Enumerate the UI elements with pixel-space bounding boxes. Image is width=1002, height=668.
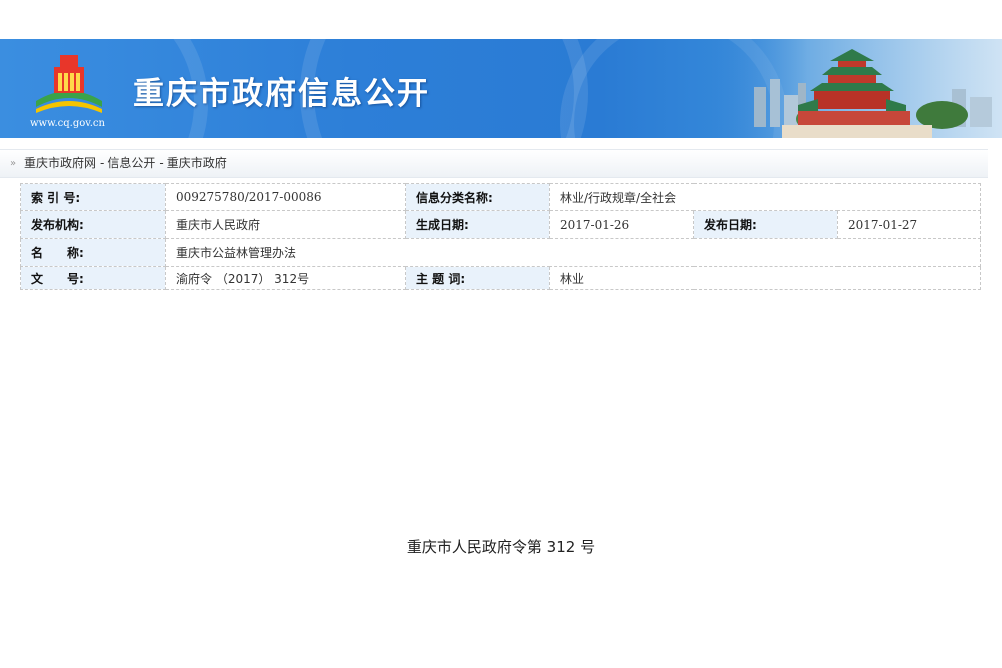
keyword-label: 主 题 词:: [405, 266, 550, 290]
info-row: 文 号: 渝府令 （2017） 312号 主 题 词: 林业: [20, 266, 982, 290]
name-value: 重庆市公益林管理办法: [164, 238, 982, 267]
info-row: 发布机构: 重庆市人民政府 生成日期: 2017-01-26 发布日期: 201…: [20, 210, 982, 239]
order-heading: 重庆市人民政府令第 312 号: [406, 538, 596, 556]
published-date-label: 发布日期:: [693, 210, 838, 239]
info-row: 名 称: 重庆市公益林管理办法: [20, 238, 982, 267]
generated-date-value: 2017-01-26: [549, 210, 694, 239]
keyword-value: 林业: [548, 266, 982, 290]
published-date-value: 2017-01-27: [836, 210, 982, 239]
cq-gov-emblem-icon[interactable]: [30, 53, 108, 119]
publisher-value: 重庆市人民政府: [165, 210, 406, 239]
great-hall-illustration: [702, 39, 1002, 138]
name-label: 名 称:: [20, 238, 166, 267]
info-row: 索 引 号: 009275780/2017-00086 信息分类名称: 林业/行…: [20, 183, 982, 211]
index-label: 索 引 号:: [20, 183, 166, 211]
doc-number-value: 渝府令 （2017） 312号: [165, 266, 406, 290]
index-value: 009275780/2017-00086: [165, 183, 406, 211]
breadcrumb-items: 重庆市政府网 - 信息公开 - 重庆市政府: [24, 150, 227, 177]
breadcrumb-separator: -: [159, 156, 164, 170]
site-title[interactable]: 重庆市政府信息公开: [133, 68, 430, 113]
document-info-table: 索 引 号: 009275780/2017-00086 信息分类名称: 林业/行…: [20, 183, 982, 290]
generated-date-label: 生成日期:: [405, 210, 550, 239]
breadcrumb-item-home[interactable]: 重庆市政府网: [24, 156, 96, 170]
breadcrumb: » 重庆市政府网 - 信息公开 - 重庆市政府: [0, 149, 988, 178]
breadcrumb-item-municipal-government[interactable]: 重庆市政府: [167, 156, 227, 170]
publisher-label: 发布机构:: [20, 210, 166, 239]
category-value: 林业/行政规章/全社会: [548, 183, 982, 211]
breadcrumb-separator: -: [100, 156, 105, 170]
breadcrumb-item-info-disclosure[interactable]: 信息公开: [107, 156, 155, 170]
site-domain[interactable]: www.cq.gov.cn: [30, 118, 105, 129]
doc-number-label: 文 号:: [20, 266, 166, 290]
double-chevron-right-icon: »: [10, 158, 17, 169]
site-banner: www.cq.gov.cn 重庆市政府信息公开: [0, 39, 1002, 138]
category-label: 信息分类名称:: [405, 183, 550, 211]
